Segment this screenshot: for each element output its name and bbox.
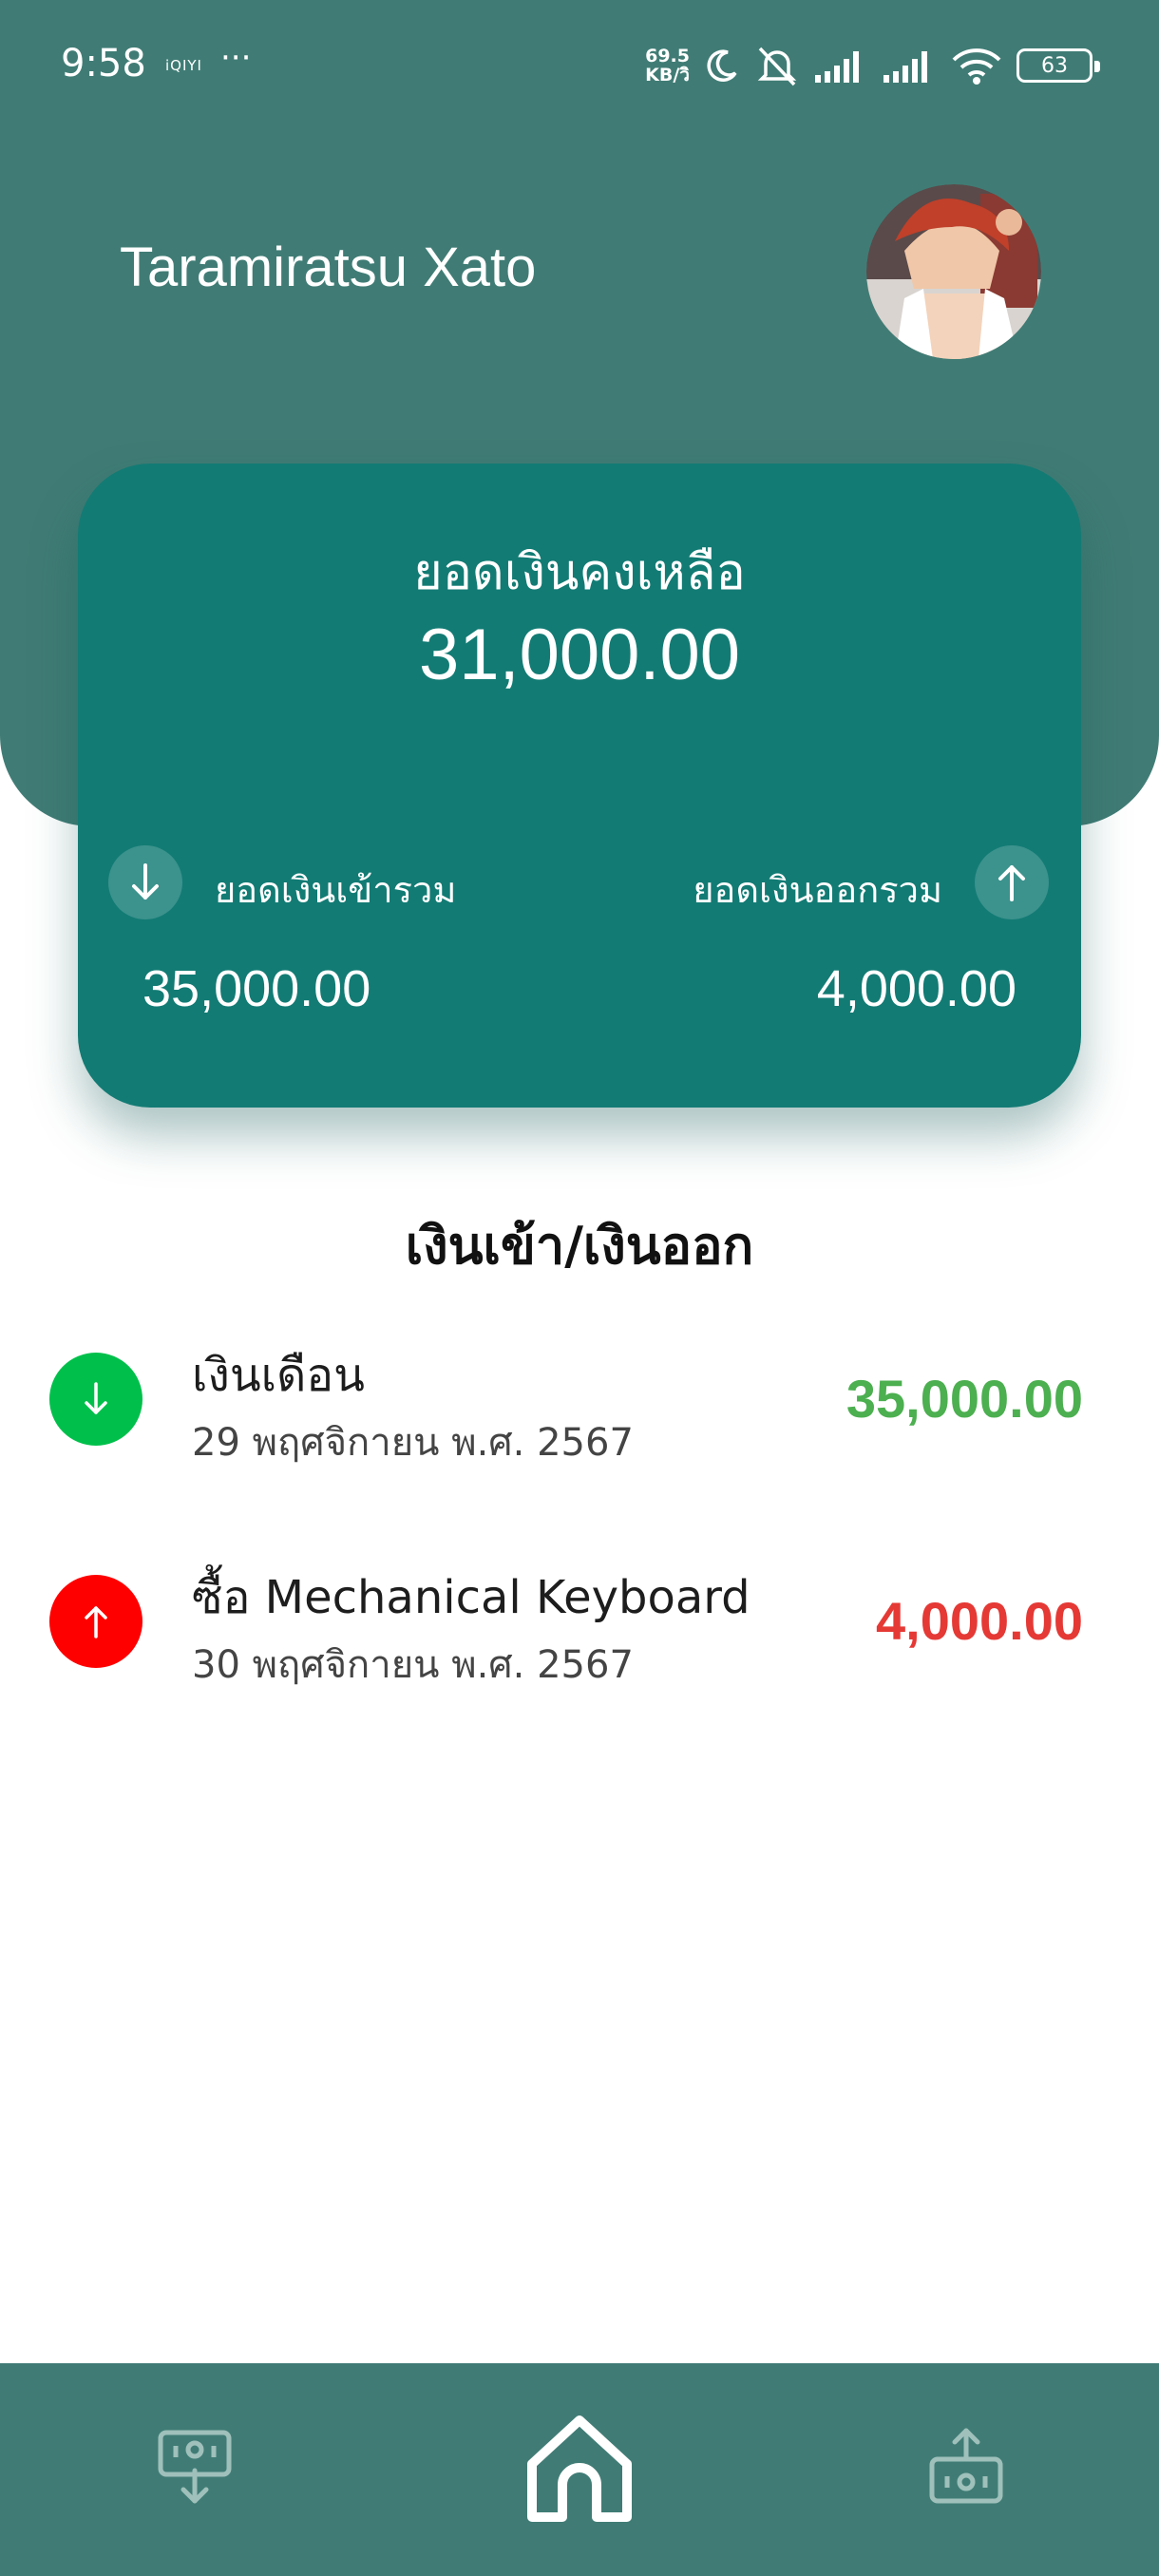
signal-icon [815,51,859,83]
transaction-title: ซื้อ Mechanical Keyboard [192,1571,750,1624]
user-name: Taramiratsu Xato [120,237,537,298]
network-speed-unit: KB/วิ [645,65,690,85]
nav-income[interactable] [142,2415,247,2519]
expense-add-icon [929,2428,1003,2504]
avatar[interactable] [866,184,1041,359]
balance-title: ยอดเงินคงเหลือ [413,544,746,601]
balance-card: ยอดเงินคงเหลือ 31,000.00 ยอดเงินเข้ารวม … [78,464,1081,1108]
status-time: 9:58 [61,42,146,85]
transaction-title: เงินเดือน [192,1349,365,1402]
nav-expense[interactable] [914,2415,1018,2519]
battery-level: 63 [1041,53,1068,78]
balance-amount: 31,000.00 [418,615,741,695]
network-speed: 69.5 KB/วิ [645,47,690,85]
signal-icon-2 [884,51,927,83]
transaction-amount: 4,000.00 [876,1591,1083,1651]
income-total-label: ยอดเงินเข้ารวม [215,869,457,911]
transaction-row[interactable]: ซื้อ Mechanical Keyboard 30 พฤศจิกายน พ.… [0,1533,1159,1723]
expense-arrow-icon [49,1575,142,1668]
income-add-icon [158,2430,232,2504]
transaction-date: 30 พฤศจิกายน พ.ศ. 2567 [192,1643,634,1687]
mute-bell-icon [757,47,797,86]
transaction-amount: 35,000.00 [846,1369,1083,1429]
status-brand: iQIYI [165,57,202,74]
status-bar: 9:58 iQIYI ··· 69.5 KB/วิ 63 [0,0,1159,133]
expense-icon [975,845,1049,919]
income-icon [108,845,182,919]
transaction-date: 29 พฤศจิกายน พ.ศ. 2567 [192,1421,634,1465]
network-speed-value: 69.5 [645,46,690,66]
status-more-dots: ··· [220,39,252,77]
expense-total-label: ยอดเงินออกรวม [693,869,942,911]
section-title: เงินเข้า/เงินออก [405,1216,754,1276]
home-icon [527,2415,632,2522]
bottom-navigation [0,2363,1159,2576]
wifi-icon [952,48,1001,85]
battery-indicator: 63 [1016,48,1100,83]
nav-home[interactable] [513,2403,646,2536]
transaction-row[interactable]: เงินเดือน 29 พฤศจิกายน พ.ศ. 2567 35,000.… [0,1311,1159,1501]
status-icons: 69.5 KB/วิ 63 [645,42,1100,89]
income-arrow-icon [49,1353,142,1446]
moon-icon [707,49,737,82]
income-total-amount: 35,000.00 [142,960,371,1017]
expense-total-amount: 4,000.00 [816,960,1016,1017]
